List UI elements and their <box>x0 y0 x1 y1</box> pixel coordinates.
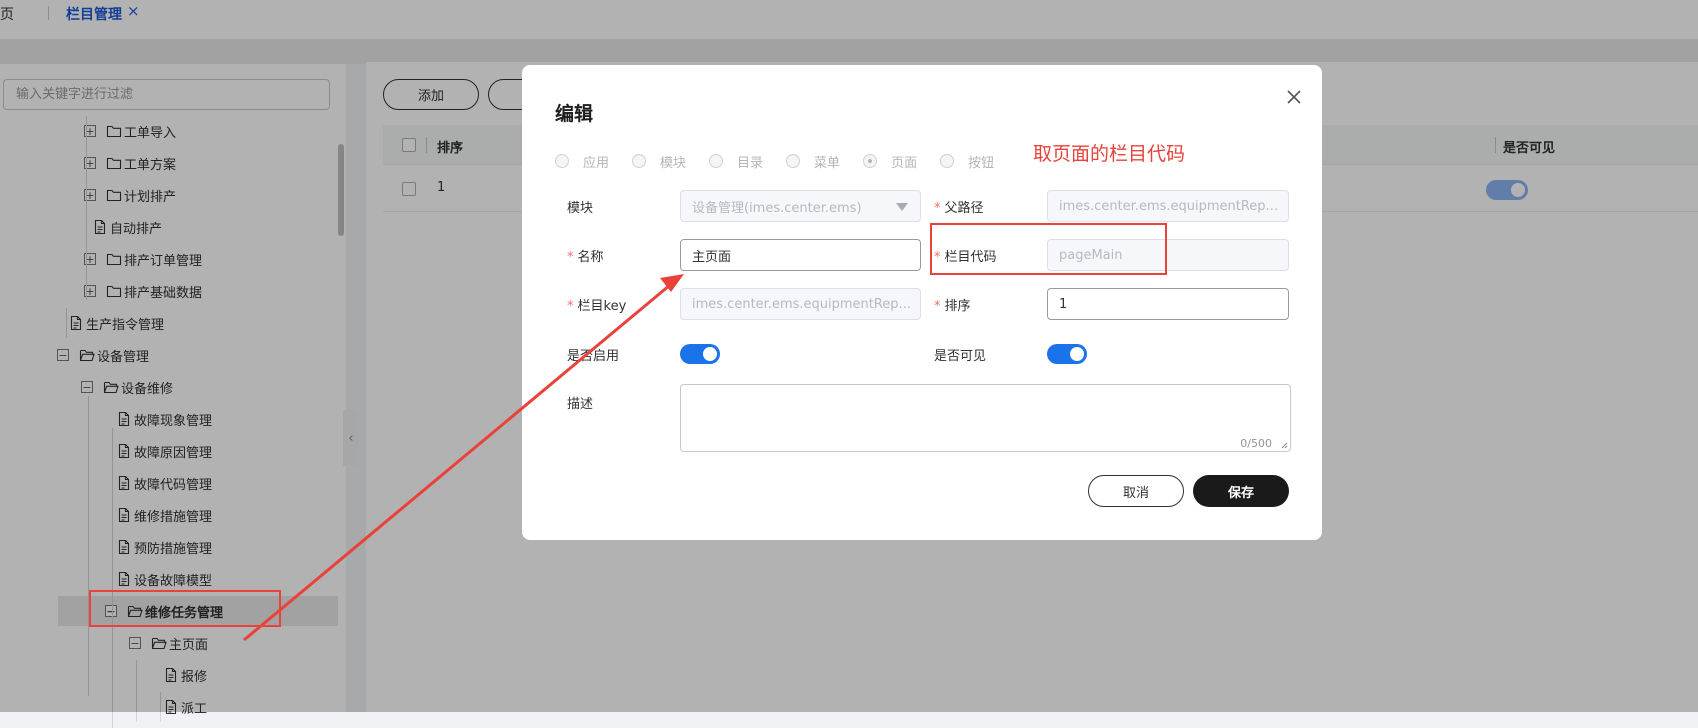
char-counter: 0/500 <box>1240 437 1272 450</box>
annotation-box-column-code <box>930 223 1167 275</box>
name-label: * 名称 <box>567 250 604 265</box>
save-button[interactable]: 保存 <box>1193 475 1289 507</box>
type-radio-label: 模块 <box>660 155 687 171</box>
chevron-down-icon <box>896 203 908 211</box>
type-radio-label: 目录 <box>737 155 764 171</box>
module-select-value: 设备管理(imes.center.ems) <box>692 200 862 216</box>
edit-dialog: 编辑 应用 模块 目录 菜单 页面 按钮 取页面的栏目代码 模块 设备管理(imes.ce… <box>522 65 1322 540</box>
type-radio[interactable]: 页面 <box>863 152 917 171</box>
type-radio-label: 页面 <box>891 155 918 171</box>
type-radio[interactable]: 菜单 <box>786 152 840 171</box>
radio-circle-icon <box>863 154 878 168</box>
module-label: 模块 <box>567 201 594 216</box>
type-radio[interactable]: 按钮 <box>940 152 994 171</box>
description-label: 描述 <box>567 397 594 412</box>
visible-label: 是否可见 <box>934 349 987 364</box>
column-key-label: * 栏目key <box>567 299 627 314</box>
radio-circle-icon <box>786 154 801 168</box>
sort-input[interactable]: 1 <box>1047 288 1289 320</box>
sort-label: * 排序 <box>934 299 971 314</box>
type-radio-label: 菜单 <box>814 155 841 171</box>
visible-switch[interactable] <box>1047 344 1087 364</box>
radio-circle-icon <box>709 154 724 168</box>
type-radio[interactable]: 应用 <box>555 152 609 171</box>
resize-handle-icon[interactable] <box>1281 442 1288 449</box>
annotation-box-tree-node <box>89 590 281 627</box>
cancel-button[interactable]: 取消 <box>1088 475 1184 507</box>
annotation-text: 取页面的栏目代码 <box>1033 143 1186 165</box>
description-textarea[interactable]: 0/500 <box>680 384 1291 452</box>
radio-circle-icon <box>940 154 955 168</box>
enabled-switch[interactable] <box>680 344 720 364</box>
parent-path-input[interactable]: imes.center.ems.equipmentRep... <box>1047 190 1289 222</box>
type-radio-group: 应用 模块 目录 菜单 页面 按钮 <box>555 151 1017 171</box>
type-radio[interactable]: 模块 <box>632 152 686 171</box>
dialog-title: 编辑 <box>555 103 594 125</box>
column-key-input[interactable]: imes.center.ems.equipmentRep... <box>680 288 921 320</box>
close-icon[interactable] <box>1280 83 1308 111</box>
type-radio-label: 按钮 <box>968 155 995 171</box>
type-radio-label: 应用 <box>583 155 610 171</box>
name-input[interactable]: 主页面 <box>680 239 921 271</box>
radio-circle-icon <box>555 154 569 168</box>
parent-path-label: * 父路径 <box>934 201 984 216</box>
enabled-label: 是否启用 <box>567 349 620 364</box>
type-radio[interactable]: 目录 <box>709 152 763 171</box>
radio-circle-icon <box>632 154 647 168</box>
module-select[interactable]: 设备管理(imes.center.ems) <box>680 190 921 222</box>
